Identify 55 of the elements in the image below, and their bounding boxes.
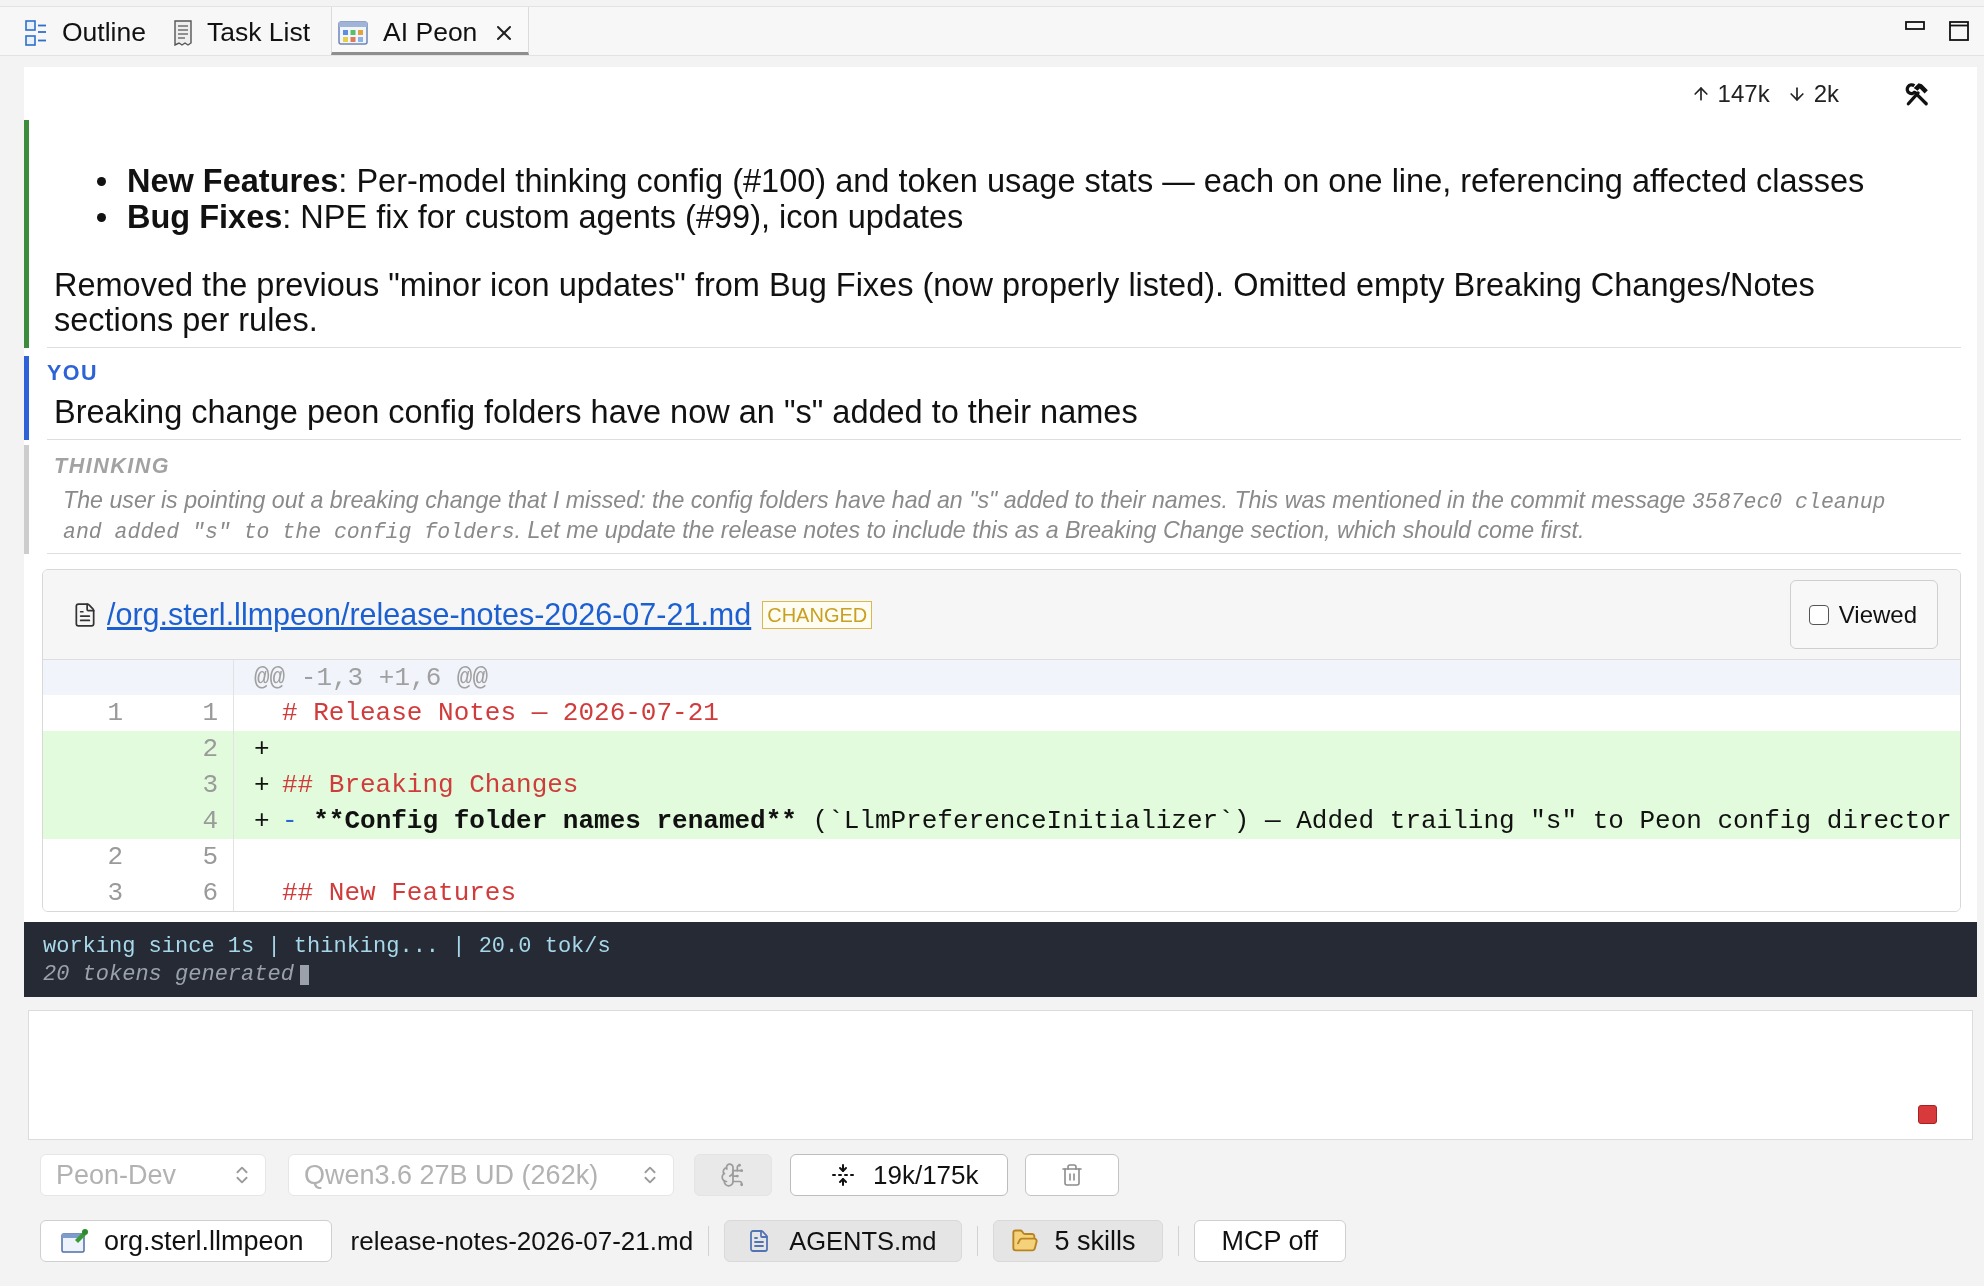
hunk-header: @@ -1,3 +1,6 @@ xyxy=(43,660,1960,695)
context-toggle[interactable]: MCP off xyxy=(1193,1220,1347,1262)
line-number: 2 xyxy=(107,842,123,872)
cursor-icon xyxy=(299,965,309,985)
line-number: 5 xyxy=(202,842,218,872)
tokens-received: 2k xyxy=(1813,79,1839,108)
line-number: 1 xyxy=(107,698,123,728)
status-text: working since 1s | thinking... | 20.0 tok/s xyxy=(43,933,612,961)
trash-icon xyxy=(1059,1163,1084,1187)
compact-button[interactable]: 19k/175k xyxy=(790,1154,1008,1196)
tab[interactable]: Task List xyxy=(166,7,324,55)
project-icon xyxy=(61,1228,89,1254)
tab[interactable]: Outline xyxy=(18,7,159,55)
bullet-icon xyxy=(97,176,106,186)
brain-icon xyxy=(720,1162,746,1188)
maximize-icon[interactable] xyxy=(1949,21,1969,41)
line-number: 6 xyxy=(202,878,218,908)
line-number: 3 xyxy=(202,770,218,800)
thinking-text: The user is pointing out a breaking change that I missed: the config folders have had an "s" added to their names. This was mentioned in the commit message 3587ec0 cleanup and added "s" to the config folders. Let me update the release notes to include this as a Breaking Change section, which should come first. xyxy=(62,486,1887,546)
code-line: + xyxy=(254,734,271,764)
code-line: ## New Features xyxy=(281,878,517,908)
line-number: 4 xyxy=(202,806,218,836)
line-number: 3 xyxy=(107,878,123,908)
context-toggle[interactable]: 5 skills xyxy=(992,1220,1163,1262)
project-chip[interactable]: org.sterl.llmpeon xyxy=(40,1220,332,1262)
code-line: + - **Config folder names renamed** (`LlmPreferenceInitializer`) — Added trailing "s" to Peon config director xyxy=(254,806,1952,836)
role-label: THINKING xyxy=(53,454,171,478)
bullet-icon xyxy=(97,212,106,222)
viewed-button[interactable]: Viewed xyxy=(1789,580,1938,649)
status-badge: CHANGED xyxy=(762,600,873,629)
code-line: # Release Notes — 2026-07-21 xyxy=(281,698,719,728)
tab[interactable]: AI Peon xyxy=(331,7,530,55)
minimize-icon[interactable] xyxy=(1905,21,1925,30)
bullet-text: New Features: Per-model thinking config (#100) and token usage stats — each on one line, referencing affected classes xyxy=(127,163,1865,199)
code-line: + ## Breaking Changes xyxy=(254,770,579,800)
app-window-icon xyxy=(338,20,369,45)
role-label: YOU xyxy=(47,361,100,385)
compress-icon xyxy=(831,1163,855,1187)
file-icon xyxy=(72,601,98,628)
file-name: release-notes-2026-07-21.md xyxy=(350,1224,694,1258)
context-toggle[interactable]: AGENTS.md xyxy=(724,1220,962,1262)
line-number: 2 xyxy=(202,734,218,764)
message-input[interactable] xyxy=(28,1010,1973,1140)
bullet-text: Bug Fixes: NPE fix for custom agents (#99), icon updates xyxy=(127,199,964,235)
tools-icon[interactable] xyxy=(1904,80,1930,107)
user-message-text: Breaking change peon config folders have now an "s" added to their names xyxy=(53,394,1139,430)
stop-icon[interactable] xyxy=(1918,1105,1937,1124)
notepad-icon xyxy=(173,19,192,46)
message-paragraph: Removed the previous "minor icon updates" from Bug Fixes (now properly listed). Omitted empty Breaking Changes/Notes sections per rules. xyxy=(53,268,1816,338)
line-number: 1 xyxy=(202,698,218,728)
file-link[interactable]: /org.sterl.llmpeon/release-notes-2026-07-21.md xyxy=(107,597,752,632)
outline-icon xyxy=(25,19,47,46)
viewed-checkbox[interactable] xyxy=(1808,604,1829,625)
token-count-text: 20 tokens generated xyxy=(43,961,294,989)
tokens-sent: 147k xyxy=(1717,79,1770,108)
